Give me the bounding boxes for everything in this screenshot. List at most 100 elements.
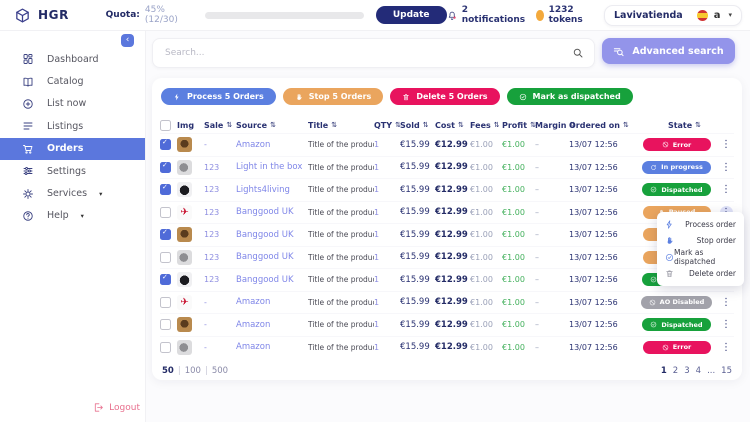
- sort-icon[interactable]: ⇅: [623, 121, 629, 129]
- source-link[interactable]: Lights4living: [236, 185, 308, 195]
- page-size-option[interactable]: 50: [162, 366, 185, 376]
- row-checkbox[interactable]: [160, 162, 171, 173]
- sale-link[interactable]: 123: [204, 253, 236, 262]
- row-checkbox[interactable]: [160, 342, 171, 353]
- context-menu-item[interactable]: Delete order: [657, 266, 744, 283]
- update-button[interactable]: Update: [376, 6, 447, 24]
- column-header[interactable]: Img: [177, 121, 204, 130]
- row-menu-button[interactable]: ⋮: [720, 183, 733, 196]
- source-link[interactable]: Amazon: [236, 320, 308, 330]
- page-number[interactable]: 4: [696, 366, 701, 376]
- row-checkbox[interactable]: [160, 297, 171, 308]
- column-header[interactable]: Title ⇅: [308, 121, 374, 130]
- column-header[interactable]: Ordered on ⇅: [569, 121, 635, 130]
- sort-icon[interactable]: ⇅: [226, 121, 232, 129]
- sort-icon[interactable]: ⇅: [494, 121, 500, 129]
- sidebar-item[interactable]: Orders: [0, 138, 145, 160]
- source-link[interactable]: Amazon: [236, 342, 308, 352]
- source-link[interactable]: Banggood UK: [236, 275, 308, 285]
- page-number[interactable]: 3: [684, 366, 689, 376]
- sale-link[interactable]: -: [204, 140, 236, 149]
- column-header[interactable]: Source ⇅: [236, 121, 308, 130]
- sidebar-item[interactable]: Listings: [0, 115, 145, 137]
- page-size-option[interactable]: 500: [212, 366, 228, 376]
- row-checkbox[interactable]: [160, 229, 171, 240]
- sale-link[interactable]: 123: [204, 208, 236, 217]
- column-header[interactable]: Cost ⇅: [435, 121, 470, 130]
- margin-value: –: [535, 140, 569, 149]
- column-header[interactable]: Profit ⇅: [502, 121, 535, 130]
- sidebar-item[interactable]: Services ▾: [0, 182, 145, 204]
- column-header[interactable]: Sale ⇅: [204, 121, 236, 130]
- sidebar-item[interactable]: Help ▾: [0, 205, 145, 227]
- bulk-action-button[interactable]: Mark as dispatched: [507, 88, 633, 105]
- search-icon[interactable]: [572, 47, 584, 59]
- sort-icon[interactable]: ⇅: [423, 121, 429, 129]
- row-menu-button[interactable]: ⋮: [720, 341, 733, 354]
- row-checkbox[interactable]: [160, 139, 171, 150]
- sale-link[interactable]: 123: [204, 163, 236, 172]
- sale-link[interactable]: 123: [204, 275, 236, 284]
- row-checkbox[interactable]: [160, 252, 171, 263]
- sale-link[interactable]: -: [204, 298, 236, 307]
- ordered-on: 13/07 12:56: [569, 208, 635, 217]
- context-menu-item[interactable]: Process order: [657, 216, 744, 233]
- page-number[interactable]: ...: [707, 366, 715, 376]
- page-number[interactable]: 1: [661, 366, 667, 376]
- select-all-checkbox[interactable]: [160, 120, 171, 131]
- source-link[interactable]: Amazon: [236, 297, 308, 307]
- bell-icon[interactable]: [447, 8, 457, 23]
- margin-value: –: [535, 163, 569, 172]
- sale-link[interactable]: -: [204, 320, 236, 329]
- page-size-option[interactable]: 100: [185, 366, 212, 376]
- sidebar-item[interactable]: List now: [0, 93, 145, 115]
- page-number[interactable]: 2: [673, 366, 678, 376]
- context-menu-item[interactable]: Stop order: [657, 233, 744, 250]
- fees-value: €1.00: [470, 298, 502, 307]
- source-link[interactable]: Light in the box: [236, 162, 308, 172]
- product-image: [177, 295, 192, 310]
- bulk-action-label: Stop 5 Orders: [309, 92, 372, 101]
- source-link[interactable]: Banggood UK: [236, 230, 308, 240]
- sort-icon[interactable]: ⇅: [331, 121, 337, 129]
- status-badge: Dispatched: [642, 318, 710, 331]
- sort-icon[interactable]: ⇅: [695, 121, 701, 129]
- search-input[interactable]: [163, 47, 572, 59]
- sidebar-item[interactable]: Catalog: [0, 70, 145, 92]
- column-header[interactable]: Sold ⇅: [400, 121, 435, 130]
- sidebar-collapse-button[interactable]: ‹: [121, 34, 134, 47]
- column-header[interactable]: QTY ⇅: [374, 121, 400, 130]
- sort-icon[interactable]: ⇅: [458, 121, 464, 129]
- cost-price: €12.99: [435, 162, 470, 172]
- sidebar-item[interactable]: Settings: [0, 160, 145, 182]
- store-selector[interactable]: Lavivatienda a ▾: [604, 5, 742, 26]
- bulk-action-label: Delete 5 Orders: [416, 92, 487, 101]
- column-header[interactable]: Fees ⇅: [470, 121, 502, 130]
- source-link[interactable]: Banggood UK: [236, 252, 308, 262]
- row-checkbox[interactable]: [160, 207, 171, 218]
- sidebar-item[interactable]: Dashboard: [0, 48, 145, 70]
- column-header[interactable]: State ⇅: [635, 121, 734, 130]
- column-header[interactable]: Margin ⇅: [535, 121, 569, 130]
- logout-button[interactable]: Logout: [93, 402, 140, 413]
- sale-link[interactable]: 123: [204, 185, 236, 194]
- bulk-action-button[interactable]: Stop 5 Orders: [283, 88, 384, 105]
- sort-icon[interactable]: ⇅: [270, 121, 276, 129]
- sale-link[interactable]: 123: [204, 230, 236, 239]
- bulk-action-button[interactable]: Process 5 Orders: [161, 88, 276, 105]
- row-menu-button[interactable]: ⋮: [720, 138, 733, 151]
- advanced-search-button[interactable]: Advanced search: [602, 38, 735, 64]
- row-menu-button[interactable]: ⋮: [720, 296, 733, 309]
- row-menu-button[interactable]: ⋮: [720, 318, 733, 331]
- row-checkbox[interactable]: [160, 184, 171, 195]
- sale-link[interactable]: -: [204, 343, 236, 352]
- notifications-count[interactable]: 2 notifications: [462, 5, 525, 25]
- row-checkbox[interactable]: [160, 274, 171, 285]
- bulk-action-button[interactable]: Delete 5 Orders: [390, 88, 499, 105]
- page-number[interactable]: 15: [721, 366, 732, 376]
- source-link[interactable]: Amazon: [236, 140, 308, 150]
- row-checkbox[interactable]: [160, 319, 171, 330]
- context-menu-item[interactable]: Mark as dispatched: [657, 249, 744, 266]
- row-menu-button[interactable]: ⋮: [720, 161, 733, 174]
- source-link[interactable]: Banggood UK: [236, 207, 308, 217]
